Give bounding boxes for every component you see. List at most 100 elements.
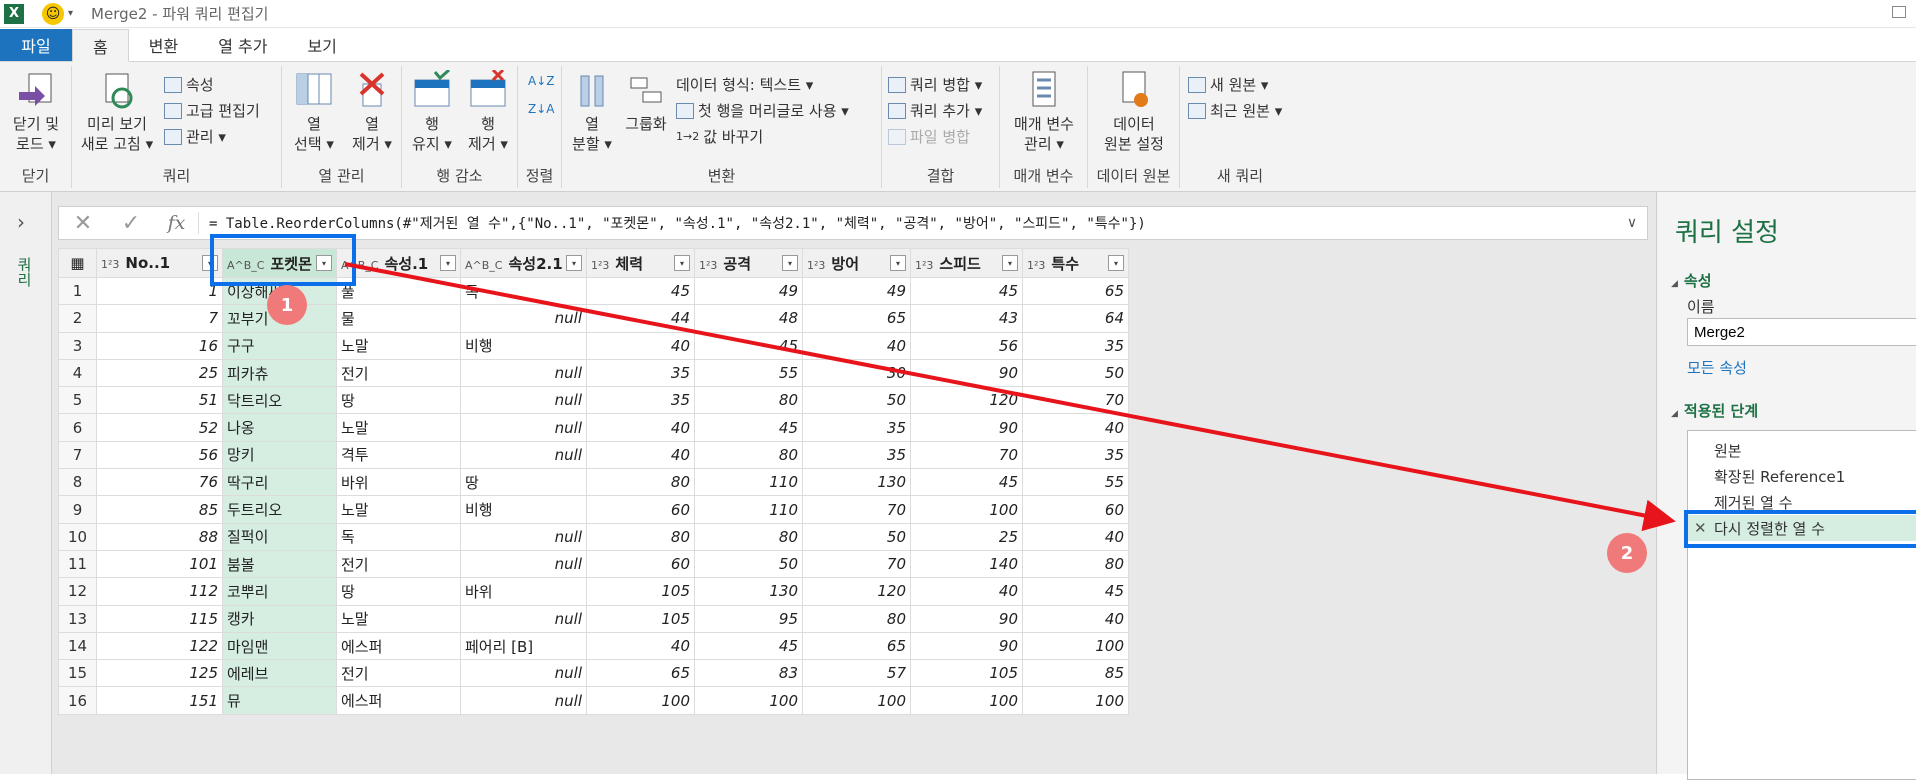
filter-dropdown-icon[interactable]: ▾ [316, 255, 332, 271]
cell-stat[interactable]: 110 [694, 468, 803, 497]
table-row[interactable]: 7 56 망키 격투 null 40 80 35 70 35 [58, 440, 1129, 470]
table-row[interactable]: 11 101 붐볼 전기 null 60 50 70 140 80 [58, 549, 1129, 579]
column-header-special[interactable]: 1²3 특수 ▾ [1022, 248, 1129, 278]
row-number[interactable]: 7 [58, 440, 97, 470]
cell-no[interactable]: 125 [96, 659, 223, 688]
combine-files-button[interactable]: 파일 병합 [888, 126, 970, 147]
cell-stat[interactable]: 40 [586, 631, 695, 661]
tab-file[interactable]: 파일 [0, 29, 72, 61]
cell-pokemon[interactable]: 뮤 [222, 686, 337, 715]
cell-stat[interactable]: 40 [910, 577, 1023, 606]
row-number[interactable]: 8 [58, 468, 97, 497]
row-number[interactable]: 14 [58, 631, 97, 661]
applied-steps-section-header[interactable]: ◢ 적용된 단계 [1671, 400, 1758, 421]
cell-stat[interactable]: 45 [910, 276, 1023, 306]
column-header-speed[interactable]: 1²3 스피드 ▾ [910, 248, 1023, 278]
table-row[interactable]: 3 16 구구 노말 비행 40 45 40 56 35 [58, 331, 1129, 360]
cell-stat[interactable]: 45 [910, 468, 1023, 497]
table-row[interactable]: 16 151 뮤 에스퍼 null 100 100 100 100 100 [58, 686, 1129, 715]
query-name-input[interactable] [1687, 318, 1916, 346]
cell-attr1[interactable]: 전기 [336, 659, 461, 688]
cell-stat[interactable]: 45 [694, 631, 803, 661]
row-number[interactable]: 4 [58, 358, 97, 388]
cell-stat[interactable]: 130 [694, 577, 803, 606]
cell-stat[interactable]: 80 [694, 522, 803, 551]
cell-pokemon[interactable]: 피카츄 [222, 358, 337, 388]
cell-attr2[interactable]: 독 [460, 276, 587, 306]
properties-button[interactable]: 속성 [164, 74, 214, 95]
cell-stat[interactable]: 80 [586, 468, 695, 497]
cell-attr1[interactable]: 에스퍼 [336, 686, 461, 715]
data-type-dropdown[interactable]: 데이터 형식: 텍스트 ▾ [676, 74, 813, 95]
cell-attr2[interactable]: 페어리 [B] [460, 631, 587, 661]
cell-attr2[interactable]: null [460, 440, 587, 470]
cell-no[interactable]: 76 [96, 468, 223, 497]
formula-text[interactable]: = Table.ReorderColumns(#"제거된 열 수",{"No..… [199, 213, 1617, 233]
filter-dropdown-icon[interactable]: ▾ [674, 255, 690, 271]
cell-stat[interactable]: 95 [694, 604, 803, 633]
cell-stat[interactable]: 55 [1022, 468, 1129, 497]
cell-stat[interactable]: 105 [586, 604, 695, 633]
cell-no[interactable]: 25 [96, 358, 223, 388]
cell-stat[interactable]: 70 [802, 549, 911, 579]
cell-no[interactable]: 16 [96, 331, 223, 360]
cell-stat[interactable]: 60 [586, 549, 695, 579]
cell-stat[interactable]: 50 [802, 386, 911, 415]
cell-stat[interactable]: 43 [910, 304, 1023, 333]
filter-dropdown-icon[interactable]: ▾ [782, 255, 798, 271]
cell-stat[interactable]: 35 [586, 358, 695, 388]
cell-attr2[interactable]: null [460, 413, 587, 442]
cell-stat[interactable]: 140 [910, 549, 1023, 579]
step-item-source[interactable]: 원본 [1688, 437, 1916, 463]
cell-stat[interactable]: 65 [586, 659, 695, 688]
cell-stat[interactable]: 49 [694, 276, 803, 306]
sort-ascending-icon[interactable]: A↓Z [528, 74, 554, 88]
cell-pokemon[interactable]: 나옹 [222, 413, 337, 442]
cell-stat[interactable]: 35 [1022, 331, 1129, 360]
tab-transform[interactable]: 변환 [129, 29, 198, 61]
sort-descending-icon[interactable]: Z↓A [528, 102, 554, 116]
step-item-removed-columns[interactable]: 제거된 열 수 [1688, 489, 1916, 515]
cell-pokemon[interactable]: 두트리오 [222, 495, 337, 524]
filter-dropdown-icon[interactable]: ▾ [1002, 255, 1018, 271]
cell-stat[interactable]: 110 [694, 495, 803, 524]
cell-stat[interactable]: 25 [910, 522, 1023, 551]
replace-values-button[interactable]: 1→2 값 바꾸기 [676, 126, 763, 147]
cell-attr1[interactable]: 노말 [336, 331, 461, 360]
cell-no[interactable]: 52 [96, 413, 223, 442]
column-header-hp[interactable]: 1²3 체력 ▾ [586, 248, 695, 278]
queries-pane-label[interactable]: 쿼리 [14, 257, 35, 287]
expand-formula-chevron-icon[interactable]: ∨ [1617, 215, 1647, 231]
column-header-attack[interactable]: 1²3 공격 ▾ [694, 248, 803, 278]
cell-no[interactable]: 101 [96, 549, 223, 579]
cell-no[interactable]: 88 [96, 522, 223, 551]
cell-stat[interactable]: 80 [1022, 549, 1129, 579]
cell-attr2[interactable]: 바위 [460, 577, 587, 606]
cell-stat[interactable]: 57 [802, 659, 911, 688]
row-number[interactable]: 15 [58, 659, 97, 688]
cell-attr1[interactable]: 땅 [336, 386, 461, 415]
cell-attr1[interactable]: 전기 [336, 358, 461, 388]
cell-no[interactable]: 1 [96, 276, 223, 306]
properties-section-header[interactable]: ◢ 속성 [1671, 270, 1712, 291]
cell-attr2[interactable]: 비행 [460, 495, 587, 524]
cell-pokemon[interactable]: 구구 [222, 331, 337, 360]
tab-home[interactable]: 홈 [72, 29, 129, 62]
cell-stat[interactable]: 100 [1022, 631, 1129, 661]
cell-stat[interactable]: 80 [694, 386, 803, 415]
cell-stat[interactable]: 70 [802, 495, 911, 524]
table-row[interactable]: 2 7 꼬부기 물 null 44 48 65 43 64 [58, 304, 1129, 333]
cell-stat[interactable]: 65 [1022, 276, 1129, 306]
recent-sources-button[interactable]: 최근 원본 ▾ [1188, 100, 1282, 121]
row-number[interactable]: 9 [58, 495, 97, 524]
cell-stat[interactable]: 40 [802, 331, 911, 360]
cell-pokemon[interactable]: 질퍽이 [222, 522, 337, 551]
cell-stat[interactable]: 45 [586, 276, 695, 306]
commit-formula-icon[interactable]: ✓ [107, 211, 155, 236]
cell-stat[interactable]: 56 [910, 331, 1023, 360]
cell-stat[interactable]: 40 [1022, 604, 1129, 633]
cell-attr2[interactable]: 땅 [460, 468, 587, 497]
expand-pane-chevron-icon[interactable]: › [17, 210, 25, 234]
cell-attr1[interactable]: 노말 [336, 604, 461, 633]
choose-columns-button[interactable]: 열 선택 ▾ [286, 70, 342, 154]
